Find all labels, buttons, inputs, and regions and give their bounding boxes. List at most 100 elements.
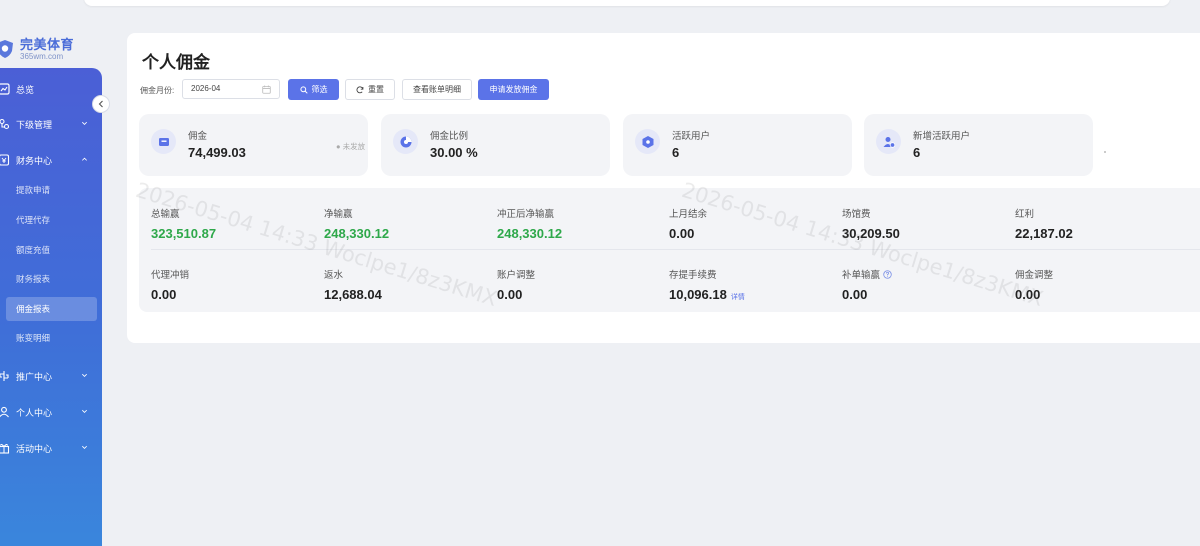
- sidebar-item-overview[interactable]: 总览: [0, 76, 102, 102]
- chevron-left-icon: [98, 100, 103, 108]
- chevron-down-icon: [82, 409, 87, 413]
- reset-button-label: 重置: [368, 85, 384, 94]
- chevron-up-icon: [82, 157, 87, 161]
- view-bill-details-button[interactable]: 查看账单明细: [402, 79, 472, 100]
- sidebar-subitem-finance-report[interactable]: 财务报表: [0, 267, 102, 291]
- top-bar: [0, 0, 1200, 14]
- stat-icon-wrap: [635, 129, 660, 154]
- help-icon[interactable]: [883, 270, 892, 279]
- month-filter-label: 佣金月份:: [140, 86, 175, 95]
- stat-icon-wrap: [151, 129, 176, 154]
- pie-chart-icon: [400, 136, 411, 147]
- sidebar-item-subordinates[interactable]: 下级管理: [0, 111, 102, 137]
- status-badge: ● 未发放: [336, 142, 366, 151]
- logo[interactable]: 完美体育 365wm.com: [0, 34, 96, 64]
- promotion-icon: [0, 371, 9, 381]
- detail-venue-fee: 场馆费 30,209.50: [842, 206, 1012, 241]
- detail-label: 返水: [324, 270, 344, 281]
- gift-icon: [0, 443, 10, 454]
- detail-total-win-loss: 总输赢 323,510.87: [151, 206, 321, 241]
- apply-commission-button[interactable]: 申请发放佣金: [478, 79, 549, 100]
- detail-value: 0.00: [1015, 287, 1041, 302]
- calendar-icon: [262, 85, 271, 94]
- sidebar-subitem-commission-report[interactable]: 佣金报表: [6, 297, 97, 321]
- stat-label: 新增活跃用户: [913, 131, 971, 142]
- chevron-down-icon: [82, 373, 87, 377]
- detail-divider: [151, 249, 1200, 250]
- wallet-icon: [0, 154, 10, 166]
- sidebar-subitem-account-changes[interactable]: 账变明细: [0, 326, 102, 350]
- detail-supplement-win-loss: 补单输赢 0.00: [842, 267, 1012, 302]
- search-button[interactable]: 筛选: [288, 79, 339, 100]
- detail-value: 0.00: [497, 287, 523, 302]
- detail-bonus: 红利 22,187.02: [1015, 206, 1185, 241]
- detail-value: 248,330.12: [497, 226, 563, 241]
- detail-value: 10,096.18 详情: [669, 287, 745, 302]
- fee-details-link[interactable]: 详情: [731, 294, 745, 301]
- detail-label: 场馆费: [842, 209, 871, 220]
- detail-label: 冲正后净输赢: [497, 209, 555, 220]
- detail-label: 代理冲销: [151, 270, 190, 281]
- search-icon: [299, 85, 308, 94]
- stat-value: 6: [672, 145, 680, 160]
- detail-net-win-loss: 净输赢 248,330.12: [324, 206, 494, 241]
- detail-label: 佣金调整: [1015, 270, 1054, 281]
- detail-value: 30,209.50: [842, 226, 900, 241]
- main-card: 个人佣金 佣金月份: 2026-04 筛选 重置 查看账单明细 申请发放佣金 佣…: [127, 33, 1200, 343]
- top-bar-panel: [84, 0, 1170, 6]
- user-icon: [0, 406, 9, 418]
- sidebar-subitem-quota-recharge[interactable]: 额度充值: [0, 238, 102, 262]
- sidebar-item-label: 推广中心: [16, 372, 53, 383]
- search-button-label: 筛选: [311, 85, 328, 94]
- detail-deposit-withdraw-fee: 存提手续费 10,096.18 详情: [669, 267, 839, 302]
- sidebar-item-label: 活动中心: [16, 444, 53, 455]
- add-user-icon: [883, 136, 895, 148]
- detail-rebate: 返水 12,688.04: [324, 267, 494, 302]
- sidebar-item-personal[interactable]: 个人中心: [0, 399, 102, 425]
- month-picker-input[interactable]: 2026-04: [182, 79, 280, 99]
- decorative-dot: [1104, 151, 1106, 153]
- sidebar-collapse-button[interactable]: [92, 95, 110, 113]
- apply-commission-label: 申请发放佣金: [489, 85, 538, 94]
- logo-title: 完美体育: [20, 36, 75, 52]
- stat-value: 6: [913, 145, 921, 160]
- sidebar-subitem-agent-deposit[interactable]: 代理代存: [0, 208, 102, 232]
- chevron-down-icon: [82, 121, 87, 125]
- chevron-down-icon: [82, 445, 87, 449]
- detail-commission-adjustment: 佣金调整 0.00: [1015, 267, 1185, 302]
- detail-label: 存提手续费: [669, 270, 717, 281]
- detail-label: 上月结余: [669, 209, 708, 220]
- sidebar-item-label: 下级管理: [16, 120, 53, 131]
- month-picker-value: 2026-04: [191, 84, 221, 93]
- logo-subtitle: 365wm.com: [20, 51, 64, 61]
- stat-label: 佣金: [188, 131, 208, 142]
- page-title: 个人佣金: [142, 53, 210, 72]
- sidebar-item-label: 总览: [16, 85, 35, 96]
- detail-last-month-balance: 上月结余 0.00: [669, 206, 839, 241]
- detail-label: 总输赢: [151, 209, 180, 220]
- detail-agent-writeoff: 代理冲销 0.00: [151, 267, 321, 302]
- sidebar-item-promotion[interactable]: 推广中心: [0, 363, 102, 389]
- detail-account-adjustment: 账户调整 0.00: [497, 267, 667, 302]
- detail-label: 红利: [1015, 209, 1035, 220]
- reset-button[interactable]: 重置: [345, 79, 395, 100]
- wallet-icon: [158, 137, 169, 146]
- sidebar-subitem-withdraw[interactable]: 提款申请: [0, 178, 102, 202]
- sidebar-item-activity[interactable]: 活动中心: [0, 435, 102, 461]
- stat-card-commission: 佣金 74,499.03 ● 未发放: [139, 114, 368, 176]
- sidebar-item-finance[interactable]: 财务中心: [0, 147, 102, 173]
- stat-card-new-active-users: 新增活跃用户 6: [864, 114, 1093, 176]
- commission-detail-panel: 总输赢 323,510.87 净输赢 248,330.12 冲正后净输赢 248…: [139, 188, 1200, 312]
- refresh-icon: [356, 85, 364, 93]
- sidebar: 总览 下级管理 财务中心 提款申请 代理代存 额度充值 财务报表 佣金报表 账变…: [0, 68, 102, 546]
- shield-logo-icon: [0, 40, 13, 58]
- hexagon-user-icon: [642, 135, 653, 148]
- stat-card-active-users: 活跃用户 6: [623, 114, 852, 176]
- stat-label: 佣金比例: [430, 131, 469, 142]
- detail-value: 0.00: [151, 287, 177, 302]
- users-tree-icon: [0, 118, 10, 130]
- detail-value: 0.00: [669, 226, 695, 241]
- detail-value: 12,688.04: [324, 287, 382, 302]
- detail-adjusted-net-win-loss: 冲正后净输赢 248,330.12: [497, 206, 667, 241]
- detail-value: 248,330.12: [324, 226, 390, 241]
